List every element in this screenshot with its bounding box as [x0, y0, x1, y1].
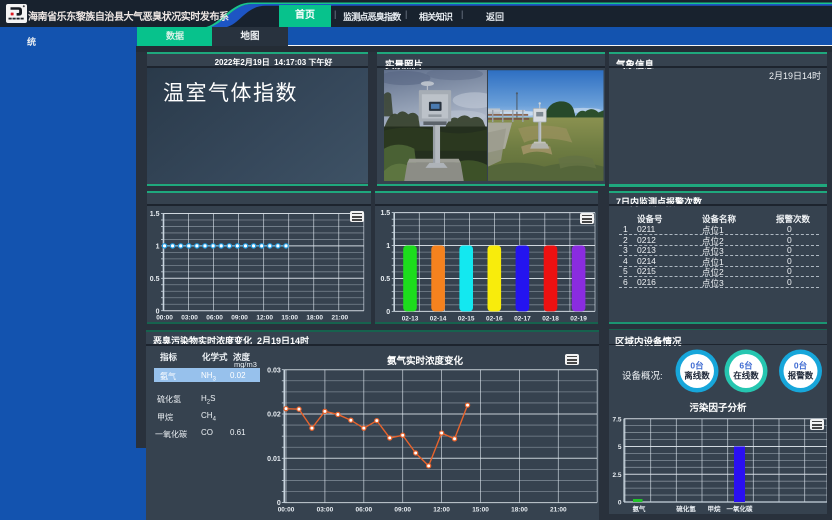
- svg-text:报警数: 报警数: [788, 371, 814, 381]
- svg-text:12:00: 12:00: [433, 507, 450, 514]
- svg-text:15:00: 15:00: [472, 507, 489, 514]
- svg-text:02-15: 02-15: [458, 315, 475, 321]
- svg-text:09:00: 09:00: [394, 507, 411, 514]
- svg-text:0.5: 0.5: [150, 276, 160, 283]
- svg-text:02-17: 02-17: [514, 315, 531, 321]
- svg-text:06:00: 06:00: [355, 507, 372, 514]
- svg-text:02-16: 02-16: [486, 315, 503, 321]
- svg-text:18:00: 18:00: [306, 315, 323, 321]
- svg-text:7.5: 7.5: [612, 416, 621, 423]
- svg-text:0.01: 0.01: [267, 456, 281, 463]
- svg-text:0: 0: [618, 500, 622, 507]
- svg-text:00:00: 00:00: [278, 507, 295, 514]
- svg-text:一氧化碳: 一氧化碳: [727, 504, 754, 512]
- svg-text:1.5: 1.5: [150, 211, 160, 218]
- svg-text:在线数: 在线数: [733, 371, 759, 381]
- svg-text:18:00: 18:00: [511, 507, 528, 514]
- svg-text:15:00: 15:00: [281, 315, 298, 321]
- svg-text:12:00: 12:00: [256, 315, 273, 321]
- svg-text:02-18: 02-18: [542, 315, 559, 321]
- svg-text:21:00: 21:00: [550, 507, 567, 514]
- svg-text:06:00: 06:00: [206, 315, 223, 321]
- svg-text:6台: 6台: [739, 361, 753, 371]
- svg-text:0台: 0台: [794, 361, 808, 371]
- svg-text:00:00: 00:00: [156, 315, 173, 321]
- svg-text:1.5: 1.5: [380, 210, 390, 217]
- svg-text:02-19: 02-19: [570, 315, 587, 321]
- svg-text:1: 1: [156, 244, 160, 251]
- svg-text:0: 0: [386, 309, 390, 316]
- svg-text:甲烷: 甲烷: [708, 504, 722, 512]
- svg-text:1: 1: [386, 243, 390, 250]
- svg-text:硫化氢: 硫化氢: [676, 504, 696, 512]
- svg-text:03:00: 03:00: [317, 507, 334, 514]
- svg-text:0.5: 0.5: [380, 276, 390, 283]
- svg-text:03:00: 03:00: [181, 315, 198, 321]
- svg-text:离线数: 离线数: [684, 371, 710, 381]
- svg-text:氨气: 氨气: [633, 504, 647, 512]
- svg-text:0台: 0台: [690, 361, 704, 371]
- svg-text:0.02: 0.02: [267, 412, 281, 419]
- svg-text:21:00: 21:00: [331, 315, 348, 321]
- svg-text:02-13: 02-13: [402, 315, 419, 321]
- svg-text:09:00: 09:00: [231, 315, 248, 321]
- svg-text:0.03: 0.03: [267, 367, 281, 374]
- svg-text:02-14: 02-14: [430, 315, 447, 321]
- svg-text:2.5: 2.5: [612, 472, 621, 479]
- svg-text:5: 5: [618, 444, 622, 451]
